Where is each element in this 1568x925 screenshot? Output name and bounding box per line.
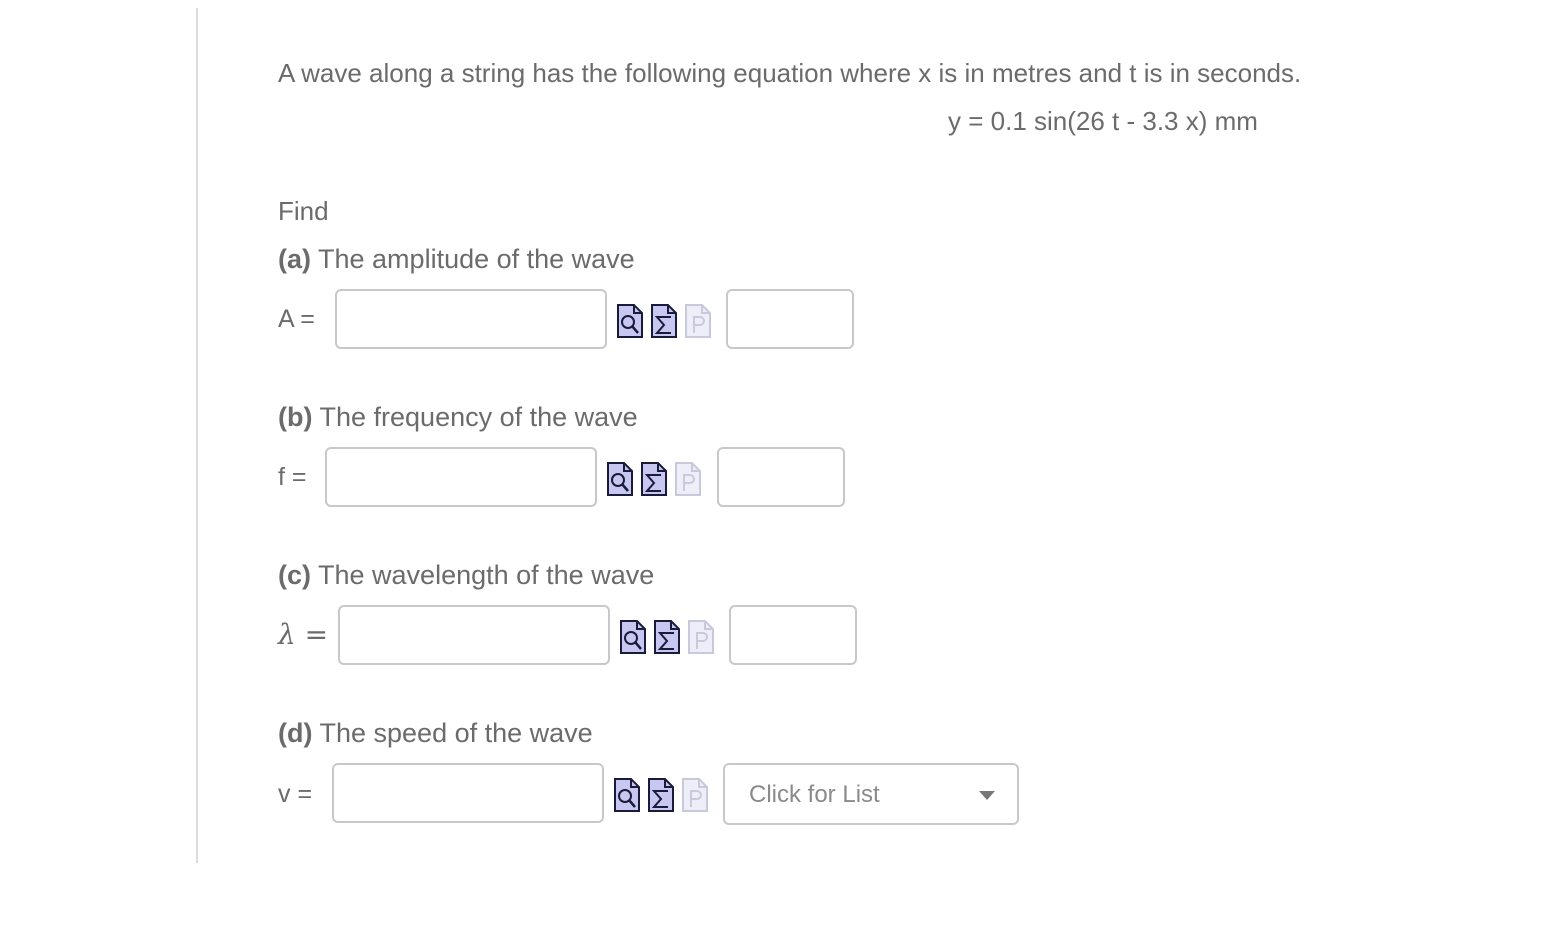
preview-icon[interactable]: [613, 777, 641, 813]
equation-editor-icon[interactable]: [653, 619, 681, 655]
question-a-letter: (a): [278, 244, 311, 274]
question-a-text: The amplitude of the wave: [318, 244, 635, 274]
wavelength-variable: λ =: [278, 618, 329, 651]
frequency-unit-box[interactable]: [717, 447, 845, 507]
question-b-text: The frequency of the wave: [319, 402, 638, 432]
wave-equation: y = 0.1 sin(26 t - 3.3 x) mm: [948, 106, 1258, 136]
equation-editor-icon[interactable]: [647, 777, 675, 813]
equation-editor-icon[interactable]: [650, 303, 678, 339]
question-d-label: (d) The speed of the wave: [278, 718, 593, 749]
question-c-label: (c) The wavelength of the wave: [278, 560, 654, 591]
equation-editor-icon[interactable]: [640, 461, 668, 497]
amplitude-variable: A =: [278, 305, 315, 333]
question-a-label: (a) The amplitude of the wave: [278, 244, 635, 275]
question-d-letter: (d): [278, 718, 313, 748]
physics-constants-icon: [682, 778, 708, 812]
find-label: Find: [278, 196, 329, 226]
left-divider: [196, 8, 198, 863]
amplitude-answer-input[interactable]: [335, 289, 607, 349]
question-c-letter: (c): [278, 560, 311, 590]
amplitude-unit-box[interactable]: [726, 289, 854, 349]
frequency-variable: f =: [278, 463, 307, 491]
physics-constants-icon: [688, 620, 714, 654]
frequency-answer-input[interactable]: [325, 447, 597, 507]
question-b-letter: (b): [278, 402, 313, 432]
chevron-down-icon: [979, 791, 995, 800]
speed-answer-input[interactable]: [332, 763, 604, 823]
preview-icon[interactable]: [616, 303, 644, 339]
question-page: A wave along a string has the following …: [0, 0, 1568, 925]
preview-icon[interactable]: [606, 461, 634, 497]
wavelength-answer-input[interactable]: [338, 605, 610, 665]
unit-select-placeholder: Click for List: [749, 781, 880, 808]
question-d-text: The speed of the wave: [319, 718, 593, 748]
question-b-label: (b) The frequency of the wave: [278, 402, 638, 433]
physics-constants-icon: [675, 462, 701, 496]
preview-icon[interactable]: [619, 619, 647, 655]
problem-statement: A wave along a string has the following …: [278, 58, 1302, 88]
physics-constants-icon: [685, 304, 711, 338]
question-c-text: The wavelength of the wave: [318, 560, 655, 590]
speed-unit-select[interactable]: Click for List: [723, 763, 1019, 825]
speed-variable: v =: [278, 780, 313, 808]
wavelength-unit-box[interactable]: [729, 605, 857, 665]
